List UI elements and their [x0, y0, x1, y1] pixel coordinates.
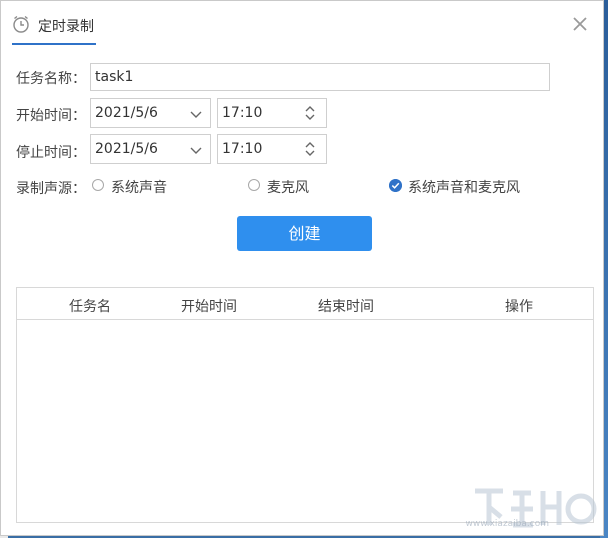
task-name-input[interactable]: [90, 63, 550, 91]
radio-button[interactable]: [92, 179, 104, 191]
radio-system-sound[interactable]: 系统声音: [92, 177, 212, 197]
clock-icon: [13, 15, 29, 33]
start-time-value: 17:10: [222, 105, 263, 121]
task-name-label: 任务名称：: [16, 71, 86, 87]
stop-time-picker[interactable]: 17:10: [217, 134, 327, 164]
stop-time-value: 17:10: [222, 141, 263, 157]
start-date-picker[interactable]: 2021/5/6: [90, 98, 211, 128]
dialog-title: 定时录制: [38, 19, 94, 35]
column-header-task-name: 任务名: [69, 299, 111, 315]
watermark-url: www.xiazaiba.com: [465, 519, 549, 529]
radio-microphone[interactable]: 麦克风: [248, 177, 338, 197]
source-label: 录制声源：: [16, 181, 86, 197]
title-bar: 定时录制: [1, 1, 603, 45]
column-header-end-time: 结束时间: [318, 299, 374, 315]
stop-date-picker[interactable]: 2021/5/6: [90, 134, 211, 164]
create-button[interactable]: 创建: [237, 216, 372, 251]
radio-button[interactable]: [248, 179, 260, 191]
radio-label: 系统声音: [111, 180, 167, 196]
close-icon[interactable]: [571, 15, 589, 33]
column-header-start-time: 开始时间: [181, 299, 237, 315]
start-date-value: 2021/5/6: [95, 105, 158, 121]
chevron-down-icon: [190, 147, 202, 154]
radio-label: 麦克风: [267, 180, 309, 196]
title-tab: 定时录制: [12, 13, 96, 45]
chevron-down-icon: [190, 111, 202, 118]
check-circle-icon[interactable]: [389, 179, 402, 192]
stop-time-label: 停止时间：: [16, 145, 86, 161]
spinner-icon[interactable]: [304, 140, 316, 158]
radio-system-and-microphone[interactable]: 系统声音和麦克风: [389, 177, 539, 197]
start-time-label: 开始时间：: [16, 108, 86, 124]
radio-label: 系统声音和麦克风: [408, 180, 520, 196]
scheduled-recording-dialog: 定时录制 任务名称： 开始时间： 2021/5/6 17:10 停止时间： 20…: [0, 0, 604, 536]
spinner-icon[interactable]: [304, 104, 316, 122]
stop-date-value: 2021/5/6: [95, 141, 158, 157]
start-time-picker[interactable]: 17:10: [217, 98, 327, 128]
column-header-actions: 操作: [505, 299, 533, 315]
table-header: 任务名 开始时间 结束时间 操作: [17, 288, 593, 320]
